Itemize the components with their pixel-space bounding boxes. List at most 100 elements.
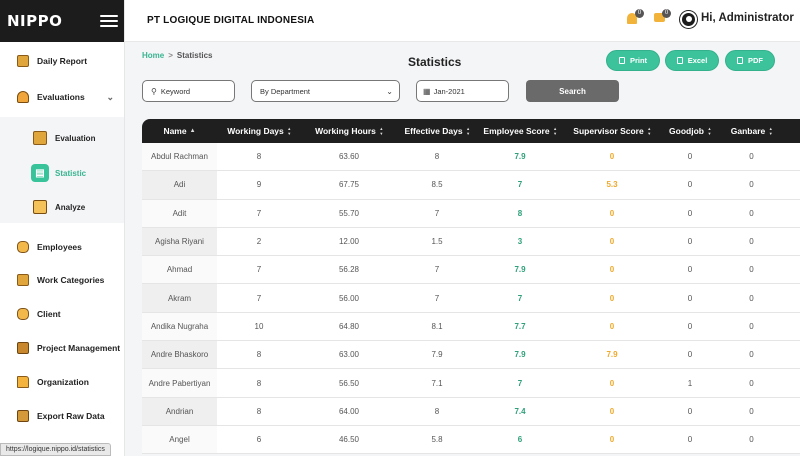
sidebar-subitem-evaluation[interactable]: Evaluation: [0, 130, 124, 146]
column-header-label: Effective Days: [404, 126, 463, 136]
keyword-input[interactable]: [160, 86, 234, 96]
table-cell: 0: [609, 406, 615, 416]
column-header[interactable]: Working Days ▲▼: [217, 119, 301, 143]
table-cell: 8: [256, 378, 262, 388]
column-header[interactable]: Effective Days ▲▼: [397, 119, 477, 143]
table-cell: 8: [434, 152, 440, 162]
table-cell: Andika Nugraha: [142, 312, 217, 341]
sidebar-subitem-statistic[interactable]: ▤ Statistic: [0, 163, 124, 183]
sidebar-item-employees[interactable]: Employees: [0, 240, 124, 254]
column-header[interactable]: Supervisor Score ▲▼: [563, 119, 661, 143]
table-cell: 0: [749, 152, 754, 162]
department-select[interactable]: By Department ⌄: [251, 80, 400, 102]
table-row: Akram 7 56.00 7 7 0 0 0: [142, 284, 800, 313]
table-row: Ahmad 7 56.28 7 7.9 0 0 0: [142, 256, 800, 285]
table-cell: 7: [517, 293, 523, 303]
table-cell: 3: [517, 237, 523, 247]
notifications-button[interactable]: 0: [627, 9, 644, 25]
table-cell: 0: [609, 435, 615, 445]
sort-icon: ▲▼: [706, 126, 712, 136]
breadcrumb-home-link[interactable]: Home: [142, 51, 164, 60]
column-header-label: Name: [163, 126, 187, 136]
sidebar-item-label: Client: [37, 309, 61, 319]
table-row: Adi 9 67.75 8.5 7 5.3 0 0: [142, 171, 800, 200]
table-cell: 0: [609, 378, 615, 388]
sidebar-item-organization[interactable]: Organization: [0, 375, 124, 389]
table-cell: 0: [687, 350, 693, 360]
sidebar-item-label: Export Raw Data: [37, 411, 105, 421]
sidebar-item-client[interactable]: Client: [0, 307, 124, 321]
month-picker[interactable]: ▦ Jan-2021: [416, 80, 509, 102]
statistic-icon: ▤: [31, 164, 49, 182]
table-cell: 7: [256, 265, 262, 275]
table-cell: 7: [256, 208, 262, 218]
avatar[interactable]: [680, 11, 697, 28]
sidebar-item-label: Employees: [37, 242, 82, 252]
table-cell: 56.00: [338, 293, 360, 303]
work-categories-icon: [17, 274, 29, 286]
table-cell: 63.60: [338, 152, 360, 162]
table-cell: 0: [749, 208, 754, 218]
table-row: Andika Nugraha 10 64.80 8.1 7.7 0 0 0: [142, 312, 800, 342]
table-cell: 8.1: [431, 321, 443, 331]
calendar-icon: ▦: [423, 86, 431, 96]
messages-button[interactable]: 0: [654, 9, 671, 25]
sidebar-item-daily-report[interactable]: Daily Report: [0, 54, 124, 68]
table-cell: 7: [256, 293, 262, 303]
table-cell: 8: [517, 208, 523, 218]
sort-icon: ▲▼: [646, 126, 652, 136]
sidebar-item-evaluations[interactable]: Evaluations ⌄: [0, 90, 124, 104]
pdf-button[interactable]: PDF: [725, 50, 775, 71]
table-cell: Andre Bhaskoro: [142, 341, 217, 369]
table-cell: 7.1: [431, 378, 443, 388]
table-cell: 64.00: [338, 406, 360, 416]
pdf-label: PDF: [748, 56, 763, 65]
app-logo[interactable]: NIPPO: [7, 12, 62, 30]
search-icon: ⚲: [151, 86, 157, 96]
chevron-down-icon: ⌄: [386, 86, 393, 96]
search-button[interactable]: Search: [526, 80, 619, 102]
excel-label: Excel: [687, 56, 708, 65]
table-cell: 7.9: [514, 350, 526, 360]
sidebar-item-label: Organization: [37, 377, 89, 387]
table-cell: 0: [609, 293, 615, 303]
table-cell: Abdul Rachman: [142, 143, 217, 171]
table-cell: 1: [687, 378, 693, 388]
column-header-label: Goodjob: [669, 126, 704, 136]
column-header-label: Working Hours: [315, 126, 376, 136]
printer-icon: [618, 57, 625, 64]
column-header[interactable]: Goodjob ▲▼: [661, 119, 719, 143]
print-button[interactable]: Print: [606, 50, 660, 71]
column-header[interactable]: Working Hours ▲▼: [301, 119, 397, 143]
employees-icon: [17, 241, 29, 253]
print-label: Print: [629, 56, 648, 65]
column-header-label: Supervisor Score: [573, 126, 644, 136]
table-row: Andrian 8 64.00 8 7.4 0 0 0: [142, 397, 800, 426]
menu-toggle-icon[interactable]: [100, 15, 118, 27]
column-header-label: Ganbare: [730, 126, 766, 136]
table-row: Abdul Rachman 8 63.60 8 7.9 0 0 0: [142, 143, 800, 172]
table-cell: 0: [749, 180, 754, 190]
table-cell: 0: [687, 435, 693, 445]
evaluation-icon: [33, 131, 47, 145]
column-header-label: Working Days: [227, 126, 284, 136]
table-cell: 7.9: [514, 265, 526, 275]
message-badge: 0: [662, 9, 671, 18]
column-header[interactable]: Name ▲: [142, 119, 217, 143]
column-header[interactable]: Employee Score ▲▼: [477, 119, 563, 143]
table-cell: 7: [434, 293, 440, 303]
sidebar-subitem-label: Statistic: [55, 168, 87, 178]
sidebar-item-project-management[interactable]: Project Management: [0, 341, 124, 355]
sidebar-item-export-raw-data[interactable]: Export Raw Data: [0, 409, 124, 423]
table-cell: 6: [256, 435, 262, 445]
user-greeting[interactable]: Hi, Administrator: [701, 12, 794, 24]
table-row: Andre Pabertiyan 8 56.50 7.1 7 0 1 0: [142, 369, 800, 398]
sidebar-item-work-categories[interactable]: Work Categories: [0, 273, 124, 287]
keyword-field[interactable]: ⚲: [142, 80, 235, 102]
excel-button[interactable]: Excel: [665, 50, 719, 71]
table-cell: 56.50: [338, 378, 360, 388]
column-header[interactable]: Ganbare ▲▼: [719, 119, 784, 143]
sidebar-subitem-analyze[interactable]: Analyze: [0, 199, 124, 215]
sort-asc-icon: ▲: [189, 128, 196, 134]
table-cell: 0: [609, 208, 615, 218]
